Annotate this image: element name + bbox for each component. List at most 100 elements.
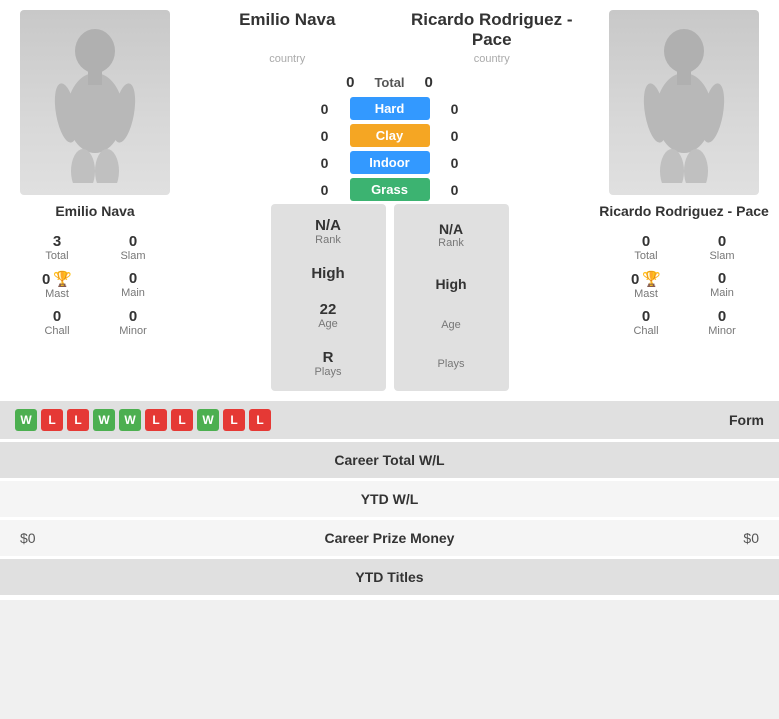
main-container: Emilio Nava 3 Total 0 Slam 0 🏆 Mast — [0, 0, 779, 600]
left-player-stats: 3 Total 0 Slam 0 🏆 Mast 0 Main — [20, 230, 170, 340]
left-total-value: 3 — [20, 233, 94, 250]
left-slam-label: Slam — [96, 250, 170, 262]
center-rank-label: Rank — [281, 234, 376, 246]
right-country-flag: country — [390, 53, 595, 65]
prize-right-value: $0 — [743, 530, 759, 546]
surface-hard-btn[interactable]: Hard — [350, 97, 430, 120]
center-rank-value: N/A — [281, 217, 376, 234]
form-row: W L L W W L L W L L Form — [0, 401, 779, 439]
left-slam-value: 0 — [96, 233, 170, 250]
surface-row-grass: 0 Grass 0 — [185, 178, 594, 201]
left-trophy-icon: 🏆 — [53, 270, 72, 288]
right-mast-label: Mast — [609, 288, 683, 300]
left-chall-label: Chall — [20, 325, 94, 337]
center-plays-block: R Plays — [276, 341, 381, 386]
right-age-label: Age — [404, 319, 499, 331]
right-silhouette — [639, 23, 729, 183]
center-high-block: High — [276, 257, 381, 290]
indoor-score-right: 0 — [445, 155, 465, 171]
center-stats-panel: N/A Rank High 22 Age R Plays — [271, 204, 386, 391]
country-flags-row: country country — [185, 53, 594, 65]
center-right-name: Ricardo Rodriguez - Pace — [390, 10, 595, 50]
left-stat-total: 3 Total — [20, 230, 94, 265]
form-badge-6: L — [171, 409, 193, 431]
left-minor-value: 0 — [96, 308, 170, 325]
right-trophy-icon: 🏆 — [642, 270, 661, 288]
right-main-value: 0 — [685, 270, 759, 287]
right-chall-value: 0 — [609, 308, 683, 325]
surface-row-indoor: 0 Indoor 0 — [185, 151, 594, 174]
hard-score-right: 0 — [445, 101, 465, 117]
form-badge-9: L — [249, 409, 271, 431]
left-main-label: Main — [96, 287, 170, 299]
right-minor-label: Minor — [685, 325, 759, 337]
total-score-right: 0 — [425, 74, 433, 91]
right-stats-panel: N/A Rank High Age Plays — [394, 204, 509, 391]
center-age-block: 22 Age — [276, 293, 381, 338]
center-rank-block: N/A Rank — [276, 209, 381, 254]
right-total-label: Total — [609, 250, 683, 262]
right-high-block: High — [399, 264, 504, 304]
left-mast-value: 0 🏆 — [20, 270, 94, 288]
surface-indoor-btn[interactable]: Indoor — [350, 151, 430, 174]
prize-label: Career Prize Money — [325, 530, 455, 546]
left-player-name: Emilio Nava — [55, 203, 134, 219]
right-stat-main: 0 Main — [685, 267, 759, 303]
left-mast-label: Mast — [20, 288, 94, 300]
ytd-wl-row: YTD W/L — [0, 481, 779, 517]
surface-row-clay: 0 Clay 0 — [185, 124, 594, 147]
right-minor-value: 0 — [685, 308, 759, 325]
left-stat-slam: 0 Slam — [96, 230, 170, 265]
indoor-score-left: 0 — [315, 155, 335, 171]
prize-money-row: $0 Career Prize Money $0 — [0, 520, 779, 556]
left-main-value: 0 — [96, 270, 170, 287]
right-total-value: 0 — [609, 233, 683, 250]
center-plays-value: R — [281, 349, 376, 366]
surface-grass-btn[interactable]: Grass — [350, 178, 430, 201]
ytd-wl-label: YTD W/L — [361, 491, 419, 507]
center-age-label: Age — [281, 318, 376, 330]
total-score-row: 0 Total 0 — [185, 74, 594, 91]
left-mast-num: 0 — [42, 271, 50, 288]
surface-row-hard: 0 Hard 0 — [185, 97, 594, 120]
right-chall-label: Chall — [609, 325, 683, 337]
form-badge-8: L — [223, 409, 245, 431]
form-badge-3: W — [93, 409, 115, 431]
right-player-name: Ricardo Rodriguez - Pace — [599, 203, 769, 219]
right-plays-block: Plays — [399, 346, 504, 382]
grass-score-right: 0 — [445, 182, 465, 198]
hard-score-left: 0 — [315, 101, 335, 117]
right-stat-chall: 0 Chall — [609, 305, 683, 340]
center-high-value: High — [281, 265, 376, 282]
right-rank-label: Rank — [404, 237, 499, 249]
right-player-avatar — [609, 10, 759, 195]
right-stat-mast: 0 🏆 Mast — [609, 267, 683, 303]
left-total-label: Total — [20, 250, 94, 262]
form-badge-4: W — [119, 409, 141, 431]
career-wl-row: Career Total W/L — [0, 442, 779, 478]
right-plays-label: Plays — [404, 358, 499, 370]
clay-score-right: 0 — [445, 128, 465, 144]
left-player-avatar — [20, 10, 170, 195]
center-section: Emilio Nava Ricardo Rodriguez - Pace cou… — [185, 10, 594, 391]
right-rank-block: N/A Rank — [399, 209, 504, 261]
form-title: Form — [729, 412, 764, 428]
surface-clay-btn[interactable]: Clay — [350, 124, 430, 147]
bottom-section: W L L W W L L W L L Form Career Total W/… — [0, 401, 779, 600]
comparison-area: Emilio Nava 3 Total 0 Slam 0 🏆 Mast — [0, 0, 779, 401]
right-stat-minor: 0 Minor — [685, 305, 759, 340]
prize-left-value: $0 — [20, 530, 36, 546]
lower-center-panels: N/A Rank High 22 Age R Plays — [185, 204, 594, 391]
ytd-titles-label: YTD Titles — [355, 569, 423, 585]
left-silhouette — [50, 23, 140, 183]
right-player-stats: 0 Total 0 Slam 0 🏆 Mast 0 Main — [609, 230, 759, 340]
center-names-row: Emilio Nava Ricardo Rodriguez - Pace — [185, 10, 594, 50]
right-slam-label: Slam — [685, 250, 759, 262]
right-mast-num: 0 — [631, 271, 639, 288]
form-badge-5: L — [145, 409, 167, 431]
right-mast-value: 0 🏆 — [609, 270, 683, 288]
career-wl-label: Career Total W/L — [334, 452, 444, 468]
total-score-left: 0 — [346, 74, 354, 91]
center-left-name: Emilio Nava — [185, 10, 390, 50]
right-age-block: Age — [399, 307, 504, 343]
